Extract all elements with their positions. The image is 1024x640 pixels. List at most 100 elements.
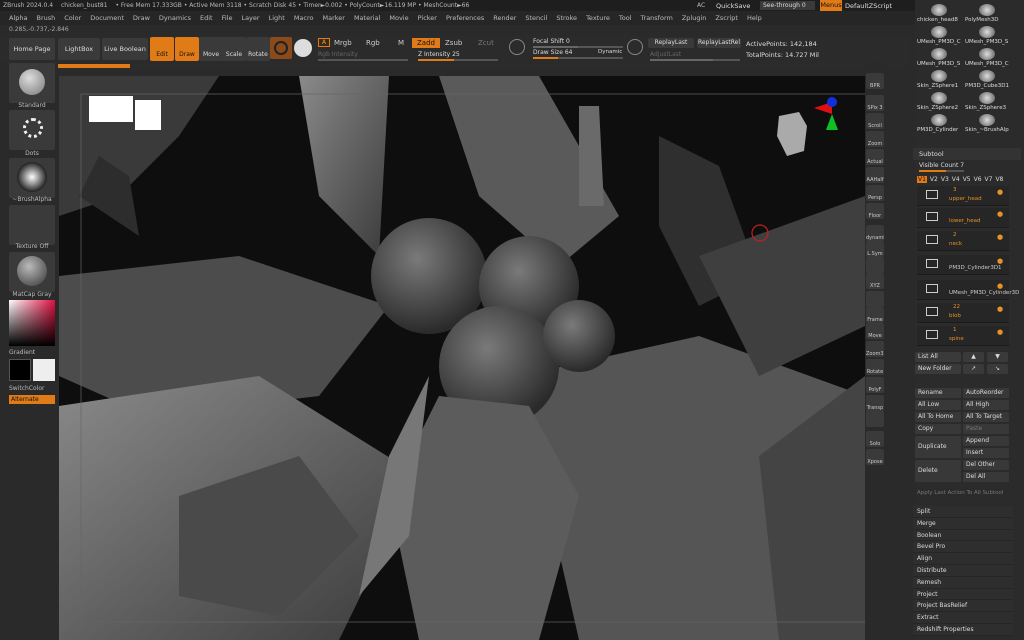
- menu-render[interactable]: Render: [493, 14, 516, 22]
- edit-button[interactable]: Edit: [150, 37, 174, 61]
- tab-v4[interactable]: V4: [952, 176, 960, 183]
- menu-alpha[interactable]: Alpha: [9, 14, 27, 22]
- action-align[interactable]: Align: [913, 553, 1013, 565]
- menu-color[interactable]: Color: [64, 14, 81, 22]
- z-intensity-slider[interactable]: [418, 59, 498, 61]
- lightbox-button[interactable]: LightBox: [58, 38, 100, 60]
- menu-zscript[interactable]: Zscript: [715, 14, 738, 22]
- s-icon[interactable]: [509, 39, 525, 55]
- gradient-label[interactable]: Gradient: [9, 349, 55, 356]
- tool-thumb-icon[interactable]: [979, 92, 995, 104]
- move-button[interactable]: Move: [199, 37, 223, 61]
- rgb-toggle[interactable]: Rgb: [366, 39, 380, 47]
- switch-color-button[interactable]: SwitchColor: [9, 385, 55, 392]
- view-l-sym-button[interactable]: L.Sym: [866, 241, 884, 257]
- tool-thumb-icon[interactable]: [979, 26, 995, 38]
- insert-button[interactable]: Insert: [963, 448, 1009, 458]
- visibility-eye-icon[interactable]: ●: [997, 233, 1003, 241]
- rename-button[interactable]: Rename: [915, 388, 961, 398]
- alternate-toggle[interactable]: Alternate: [9, 395, 55, 404]
- secondary-color-swatch[interactable]: [33, 359, 55, 381]
- tool-thumb-label[interactable]: PolyMesh3D: [965, 17, 1012, 23]
- action-extract[interactable]: Extract: [913, 612, 1013, 624]
- draw-size-slider[interactable]: [533, 57, 623, 59]
- visibility-eye-icon[interactable]: ●: [997, 282, 1003, 290]
- view-tool-10-button[interactable]: [866, 257, 884, 273]
- menus-toggle[interactable]: Menus: [820, 0, 842, 11]
- tool-thumb-icon[interactable]: [931, 92, 947, 104]
- view-frame-button[interactable]: Frame: [866, 307, 884, 323]
- tool-thumb-label[interactable]: Skin_ZSphere1: [917, 83, 964, 89]
- view-zoom-button[interactable]: Zoom: [866, 131, 884, 147]
- view-dynamic-button[interactable]: dynamic: [866, 225, 884, 241]
- action-redshift-properties[interactable]: Redshift Properties: [913, 623, 1013, 636]
- view-actual-button[interactable]: Actual: [866, 149, 884, 165]
- append-button[interactable]: Append: [963, 436, 1009, 446]
- view-tool-12-button[interactable]: [866, 291, 884, 307]
- all-high-button[interactable]: All High: [963, 400, 1009, 410]
- color-picker[interactable]: [9, 300, 55, 346]
- zadd-toggle[interactable]: Zadd: [412, 38, 440, 48]
- action-split[interactable]: Split: [913, 506, 1013, 518]
- menu-edit[interactable]: Edit: [200, 14, 213, 22]
- subtool-row[interactable]: 2 neck ●: [917, 231, 1009, 251]
- view-scroll-button[interactable]: Scroll: [866, 113, 884, 129]
- visibility-eye-icon[interactable]: ●: [997, 210, 1003, 218]
- arrow-down-right-icon[interactable]: ↘: [987, 364, 1008, 374]
- delete-button[interactable]: Delete: [915, 460, 961, 482]
- tool-thumb-label[interactable]: Skin_ZSphere3: [965, 105, 1012, 111]
- rgb-intensity-slider[interactable]: [318, 59, 408, 61]
- del-all-button[interactable]: Del All: [963, 472, 1009, 482]
- action-project-basrelief[interactable]: Project BasRelief: [913, 600, 1013, 613]
- tool-thumb-label[interactable]: PM3D_Cube3D1: [965, 83, 1012, 89]
- tool-thumb-label[interactable]: Skin_~BrushAlp: [965, 127, 1012, 133]
- m-toggle[interactable]: M: [398, 39, 404, 47]
- menu-texture[interactable]: Texture: [586, 14, 610, 22]
- action-project[interactable]: Project: [913, 588, 1013, 601]
- arrow-up-right-icon[interactable]: ↗: [963, 364, 984, 374]
- view-aahalf-button[interactable]: AAHalf: [866, 167, 884, 183]
- focal-shift-control[interactable]: Focal Shift 0: [533, 38, 570, 45]
- texture-thumb[interactable]: [9, 205, 55, 245]
- del-other-button[interactable]: Del Other: [963, 460, 1009, 470]
- live-boolean-button[interactable]: Live Boolean: [102, 38, 148, 60]
- menu-marker[interactable]: Marker: [322, 14, 344, 22]
- tool-thumb-label[interactable]: chicken_head8: [917, 17, 964, 23]
- tab-v1[interactable]: V1: [917, 176, 927, 183]
- menu-transform[interactable]: Transform: [641, 14, 673, 22]
- draw-size-control[interactable]: Draw Size 64: [533, 49, 572, 56]
- copy-button[interactable]: Copy: [915, 424, 961, 434]
- see-through-slider[interactable]: See-through 0: [760, 1, 815, 10]
- visibility-eye-icon[interactable]: ●: [997, 305, 1003, 313]
- rgb-intensity-label[interactable]: Rgb Intensity: [318, 51, 358, 58]
- zsub-toggle[interactable]: Zsub: [445, 39, 462, 47]
- view-persp-button[interactable]: Persp: [866, 185, 884, 201]
- menu-draw[interactable]: Draw: [133, 14, 150, 22]
- menu-brush[interactable]: Brush: [36, 14, 55, 22]
- rotate-button[interactable]: Rotate: [246, 37, 270, 61]
- menu-stencil[interactable]: Stencil: [525, 14, 547, 22]
- tab-v2[interactable]: V2: [930, 176, 938, 183]
- mrgb-toggle[interactable]: Mrgb: [334, 39, 352, 47]
- replay-last-rel-button[interactable]: ReplayLastRel: [697, 38, 741, 48]
- tool-thumb-icon[interactable]: [979, 4, 995, 16]
- draw-button[interactable]: Draw: [175, 37, 199, 61]
- view-floor-button[interactable]: Floor: [866, 203, 884, 219]
- new-folder-button[interactable]: New Folder: [915, 364, 961, 374]
- menu-zplugin[interactable]: Zplugin: [682, 14, 707, 22]
- view-move-button[interactable]: Move: [866, 323, 884, 339]
- menu-macro[interactable]: Macro: [294, 14, 314, 22]
- script-name[interactable]: DefaultZScript: [845, 2, 892, 10]
- view-polyf-button[interactable]: PolyF: [866, 377, 884, 393]
- material-thumb[interactable]: [9, 252, 55, 292]
- focal-shift-slider[interactable]: [533, 46, 623, 48]
- tool-thumb-label[interactable]: UMesh_PM3D_C: [965, 61, 1012, 67]
- subtool-header[interactable]: Subtool: [913, 148, 1021, 160]
- duplicate-button[interactable]: Duplicate: [915, 436, 961, 458]
- action-remesh[interactable]: Remesh: [913, 576, 1013, 589]
- menu-movie[interactable]: Movie: [389, 14, 408, 22]
- action-bevel-pro[interactable]: Bevel Pro: [913, 541, 1013, 554]
- main-color-swatch[interactable]: [9, 359, 31, 381]
- tool-thumb-icon[interactable]: [931, 114, 947, 126]
- action-merge[interactable]: Merge: [913, 517, 1013, 530]
